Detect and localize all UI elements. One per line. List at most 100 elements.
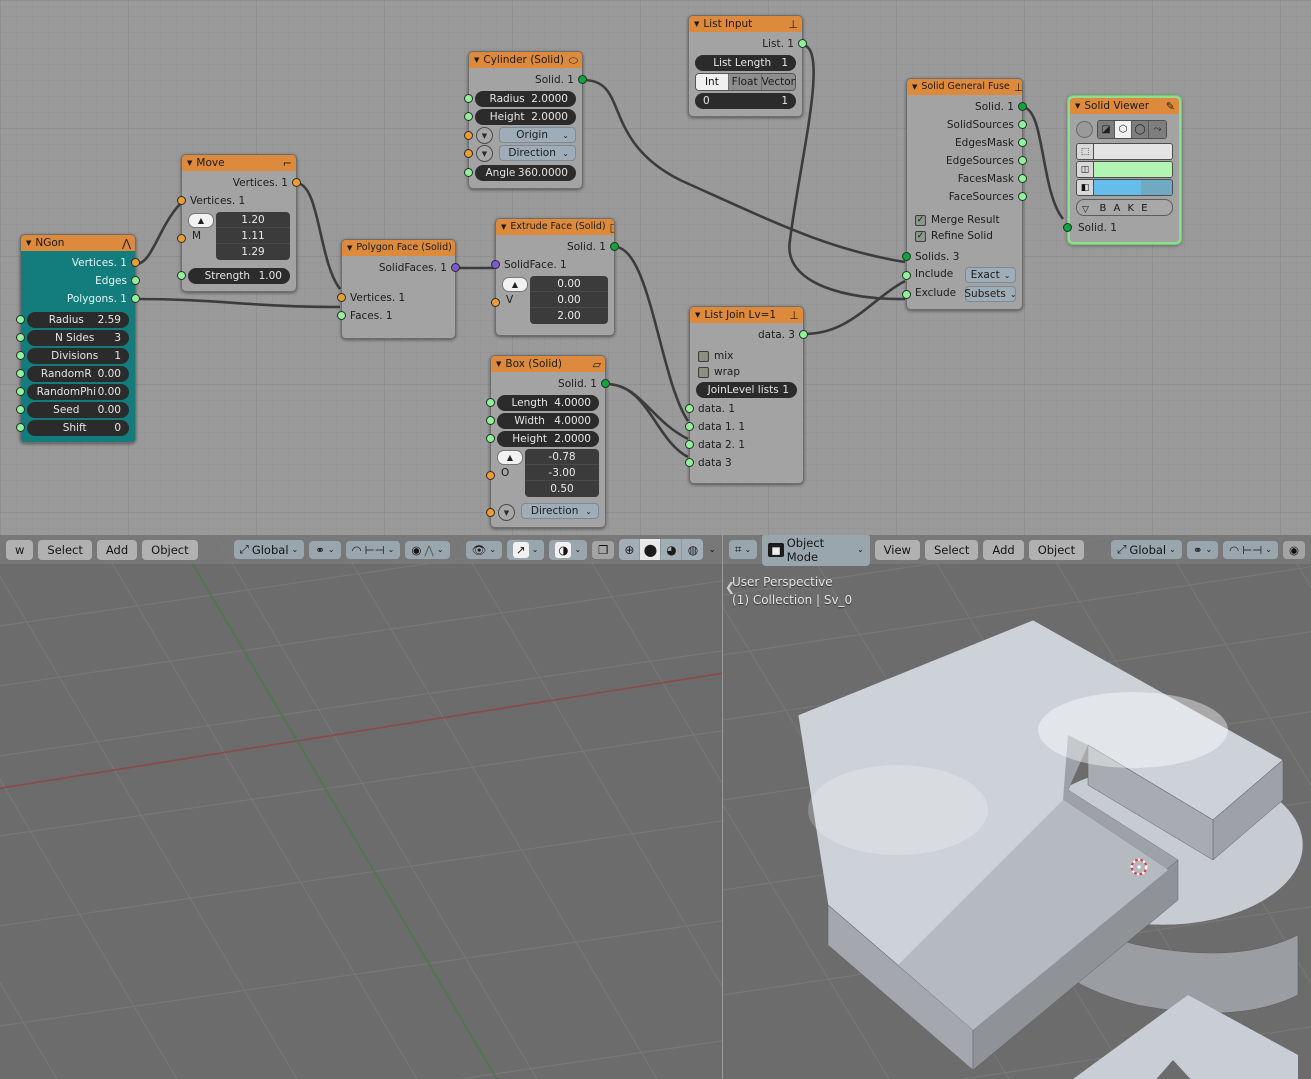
socket-in-solids[interactable] — [902, 252, 911, 261]
param-width[interactable]: Width 4.0000 — [486, 413, 599, 429]
param-joinlevel-lists[interactable]: JoinLevel lists 1 — [696, 382, 797, 398]
face-color-strip[interactable]: ◧ — [1076, 179, 1173, 196]
snap-dropdown[interactable]: ⚭ ⌄ — [1186, 540, 1219, 559]
proportional-edit-icon[interactable]: ◠ — [1229, 543, 1239, 557]
node-list-input[interactable]: ▼ List Input ⊥ List. 1 List Length 1 Int… — [688, 15, 807, 117]
socket-row-data1-in[interactable]: data. 1 — [685, 400, 803, 418]
socket-in-divisions[interactable] — [16, 351, 25, 360]
viewport-right-canvas[interactable] — [723, 535, 1311, 1079]
vector-x[interactable]: 0.00 — [530, 276, 608, 292]
socket-out-solid[interactable] — [1018, 102, 1027, 111]
magnet-icon[interactable]: ⚭ — [1193, 543, 1203, 557]
socket-out-solidfaces[interactable] — [451, 263, 460, 272]
node-editor-area[interactable]: ▼ NGon ⋀ Vertices. 1 Edges Polygons. 1 R… — [0, 0, 1311, 535]
socket-row-solid-in[interactable]: Solid. 1 — [1063, 219, 1179, 237]
socket-row-solid-out[interactable]: Solid. 1 — [907, 98, 1027, 116]
visibility-dropdown[interactable]: 👁 ⌄ — [465, 540, 503, 559]
collapse-triangle-icon[interactable]: ▼ — [26, 240, 31, 247]
checkbox-mix[interactable]: mix — [690, 348, 803, 364]
socket-in-vector[interactable] — [491, 298, 500, 307]
checkbox-refine-solid[interactable]: ✓ Refine Solid — [907, 228, 1022, 244]
socket-in-strength[interactable] — [177, 271, 186, 280]
snap-dropdown[interactable]: ⚭ ⌄ — [309, 540, 341, 559]
param-n-sides[interactable]: N Sides 3 — [16, 330, 129, 346]
socket-in-movement[interactable] — [177, 234, 186, 243]
socket-row-vertices-in[interactable]: Vertices. 1 — [177, 192, 296, 210]
socket-row-edgesmask-out[interactable]: EdgesMask — [907, 134, 1027, 152]
socket-in-exclude[interactable] — [902, 290, 911, 299]
socket-in-radius[interactable] — [16, 315, 25, 324]
socket-in-include[interactable] — [902, 271, 911, 280]
socket-in-randomphi[interactable] — [16, 387, 25, 396]
vector-x[interactable]: 1.20 — [216, 212, 290, 228]
menu-object[interactable]: Object — [1028, 539, 1085, 560]
socket-out-edgesmask[interactable] — [1018, 138, 1027, 147]
vector-expand-arrow-icon[interactable]: ▲ — [497, 450, 523, 465]
dropdown-exclude[interactable]: Subsets ⌄ — [964, 286, 1017, 302]
node-polygon-face-solid[interactable]: ▼ Polygon Face (Solid) ▯ SolidFaces. 1 V… — [337, 239, 460, 339]
node-extrude-face-header[interactable]: ▼ Extrude Face (Solid) ▯ — [496, 219, 614, 235]
socket-in-n-sides[interactable] — [16, 333, 25, 342]
menu-view[interactable]: w — [6, 539, 34, 560]
socket-out-vertices[interactable] — [292, 178, 301, 187]
edge-color-strip[interactable]: ◫ — [1076, 161, 1173, 178]
pivot-icon[interactable]: ◉ — [411, 543, 421, 557]
node-ngon-header[interactable]: ▼ NGon ⋀ — [21, 235, 135, 251]
collapse-triangle-icon[interactable]: ▼ — [694, 21, 699, 28]
node-polygon-face-header[interactable]: ▼ Polygon Face (Solid) ▯ — [342, 240, 455, 256]
vector-z[interactable]: 2.00 — [530, 308, 608, 324]
overlays-icon[interactable]: ◑ — [555, 541, 572, 558]
vector-y[interactable]: 0.00 — [530, 292, 608, 308]
falloff-curve-icon[interactable]: ⊢⊣ — [1242, 543, 1262, 557]
socket-out-vertices[interactable] — [131, 258, 140, 267]
proportional-edit-icon[interactable]: ◠ — [352, 543, 362, 557]
socket-in-data-1[interactable] — [685, 404, 694, 413]
collapse-triangle-icon[interactable]: ▼ — [912, 84, 917, 91]
xray-icon[interactable]: ❐ — [598, 543, 608, 557]
checkbox-refine-solid-box[interactable]: ✓ — [915, 230, 926, 242]
gizmo-icon[interactable]: ↗ — [513, 541, 529, 558]
direction-expand-button[interactable]: ▼ — [498, 504, 515, 521]
dropdown-direction[interactable]: Direction ⌄ — [521, 503, 599, 519]
socket-row-solid-out[interactable]: Solid. 1 — [491, 375, 610, 393]
vector-y[interactable]: 1.11 — [216, 228, 290, 244]
collapse-triangle-icon[interactable]: ▼ — [695, 312, 700, 319]
socket-in-origin[interactable] — [464, 131, 473, 140]
shade-sphere-icon[interactable]: ◯ — [1132, 121, 1149, 138]
node-solid-viewer-header[interactable]: ▼ Solid Viewer ✎ — [1070, 98, 1179, 114]
node-solid-viewer[interactable]: ▼ Solid Viewer ✎ ◪ ⬡ ◯ ⤳ ⬚ ◫ ◧ ▽ B A K E… — [1063, 96, 1181, 244]
share-icon[interactable]: ⤳ — [1149, 121, 1166, 138]
node-ngon[interactable]: ▼ NGon ⋀ Vertices. 1 Edges Polygons. 1 R… — [16, 234, 140, 443]
socket-out-solid[interactable] — [610, 242, 619, 251]
shading-mode-group[interactable]: ⊕ ⬤ ◕ ◍ — [619, 539, 704, 560]
viewport-right[interactable]: ⌗ ⌄ ◼ Object Mode ⌄ View Select Add Obje… — [723, 535, 1311, 1079]
collapse-triangle-icon[interactable]: ▼ — [347, 245, 352, 252]
solid-icon[interactable]: ⬤ — [640, 539, 662, 560]
dropdown-direction[interactable]: Direction ⌄ — [499, 145, 576, 161]
type-option-float[interactable]: Float — [728, 74, 762, 90]
socket-out-facesmask[interactable] — [1018, 174, 1027, 183]
shade-poly-icon[interactable]: ⬡ — [1115, 121, 1132, 138]
vector-z[interactable]: 1.29 — [216, 244, 290, 260]
socket-in-data-1-1[interactable] — [685, 422, 694, 431]
socket-in-angle[interactable] — [464, 168, 473, 177]
node-move[interactable]: ▼ Move ⌐ Vertices. 1 Vertices. 1 M ▲ 1.2… — [177, 154, 301, 292]
collapse-triangle-icon[interactable]: ▼ — [1075, 103, 1080, 110]
socket-row-solidface-in[interactable]: SolidFace. 1 — [491, 256, 614, 274]
socket-row-facesources-out[interactable]: FaceSources — [907, 188, 1027, 206]
falloff-curve-icon[interactable]: ⋀ — [424, 543, 433, 557]
checkbox-merge-result[interactable]: ✓ Merge Result — [907, 212, 1022, 228]
bake-dropdown-icon[interactable]: ▽ — [1082, 202, 1091, 219]
socket-row-faces-in[interactable]: Faces. 1 — [337, 307, 455, 325]
checkbox-wrap-box[interactable] — [698, 366, 709, 378]
node-extrude-face-solid[interactable]: ▼ Extrude Face (Solid) ▯ Solid. 1 SolidF… — [491, 218, 619, 336]
type-option-vector[interactable]: Vector — [761, 74, 795, 90]
socket-out-polygons[interactable] — [131, 294, 140, 303]
node-list-join[interactable]: ▼ List Join Lv=1 ⊥ data. 3 mix wrap Join… — [685, 306, 808, 484]
socket-in-vertices[interactable] — [337, 293, 346, 302]
param-radius[interactable]: Radius 2.59 — [16, 312, 129, 328]
param-strength[interactable]: Strength 1.00 — [177, 268, 290, 284]
proportional-edit-group[interactable]: ◠ ⊢⊣ ⌄ — [345, 540, 401, 559]
socket-in-length[interactable] — [486, 398, 495, 407]
checkbox-mix-box[interactable] — [698, 350, 709, 362]
